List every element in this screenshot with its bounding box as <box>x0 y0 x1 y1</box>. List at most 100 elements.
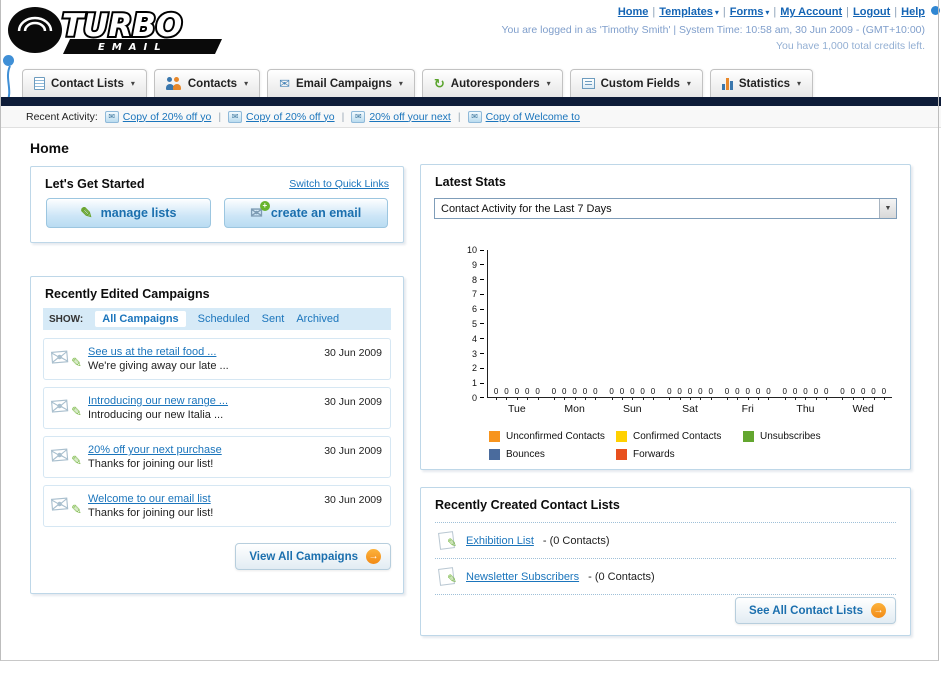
top-link-my-account[interactable]: My Account <box>780 6 842 18</box>
recent-activity-item: ✉ Copy of 20% off yo <box>228 110 335 123</box>
contact-list-item[interactable]: ✎ Exhibition List - (0 Contacts) <box>435 522 896 558</box>
edit-campaign-icon: ✉ ✎ <box>48 441 82 470</box>
y-axis-tick: 4 <box>467 334 484 344</box>
campaign-date: 30 Jun 2009 <box>324 445 382 457</box>
campaign-date: 30 Jun 2009 <box>324 347 382 359</box>
separator: | <box>846 6 850 18</box>
envelope-icon: ✉ <box>467 110 482 123</box>
recent-activity-link[interactable]: Copy of 20% off yo <box>246 111 335 123</box>
contact-list-count: - (0 Contacts) <box>542 534 610 547</box>
logo-dot-decoration <box>3 55 14 66</box>
nav-tab-label: Contacts <box>187 77 238 90</box>
contact-list-link[interactable]: Newsletter Subscribers <box>466 571 579 583</box>
page-title: Home <box>30 140 69 157</box>
separator: | <box>722 6 726 18</box>
recent-activity-link[interactable]: Copy of Welcome to <box>486 111 580 123</box>
campaign-list-item[interactable]: ✉ ✎ Welcome to our email list Thanks for … <box>43 485 391 527</box>
chart-plot: 0 0 0 0 0 Tue 0 0 0 0 0 Mon 0 0 0 0 0 Sun 0 0 0 0 0 Sat 0 0 0 0 0 Fri… <box>487 250 892 415</box>
autoresponders-icon: ↻ <box>433 76 445 91</box>
chart-day-group: 0 0 0 0 0 Fri <box>724 387 771 415</box>
campaign-list-item[interactable]: ✉ ✎ Introducing our new range ... Introdu… <box>43 387 391 429</box>
campaign-list-item[interactable]: ✉ ✎ See us at the retail food ... We're g… <box>43 338 391 380</box>
chart-day-group: 0 0 0 0 0 Sun <box>609 387 656 415</box>
filter-archived[interactable]: Archived <box>296 313 339 325</box>
edit-campaign-icon: ✉ ✎ <box>48 490 82 519</box>
recent-campaigns-panel: Recently Edited Campaigns SHOW: All Camp… <box>30 276 404 594</box>
campaign-filter-bar: SHOW: All Campaigns Scheduled Sent Archi… <box>43 308 391 330</box>
manage-lists-button[interactable]: ✎ manage lists <box>46 198 211 228</box>
chart-day-group: 0 0 0 0 0 Sat <box>667 387 713 415</box>
arrow-right-icon: → <box>871 603 886 618</box>
nav-tab-contacts[interactable]: Contacts ▾ <box>153 69 261 97</box>
contact-lists-panel: Recently Created Contact Lists ✎ Exhibit… <box>420 487 911 636</box>
chevron-down-icon: ▾ <box>130 79 135 88</box>
contact-list-count: - (0 Contacts) <box>588 570 655 583</box>
legend-item: Bounces <box>489 449 616 460</box>
recent-activity-item: ✉ 20% off your next <box>351 110 451 123</box>
recent-activity-bar: Recent Activity: ✉ Copy of 20% off yo | … <box>0 106 941 128</box>
pencil-icon: ✎ <box>80 204 93 222</box>
email-campaigns-icon: ✉ <box>279 76 290 91</box>
campaign-title-link[interactable]: 20% off your next purchase <box>88 444 222 456</box>
chart-day-group: 0 0 0 0 0 Wed <box>840 387 887 415</box>
stats-period-select[interactable]: Contact Activity for the Last 7 Days ▼ <box>434 198 897 219</box>
nav-tab-label: Email Campaigns <box>295 77 392 90</box>
campaign-title-link[interactable]: See us at the retail food ... <box>88 346 229 358</box>
nav-tab-email-campaigns[interactable]: ✉ Email Campaigns ▾ <box>267 69 415 97</box>
nav-tab-statistics[interactable]: Statistics ▾ <box>709 69 814 97</box>
nav-tab-label: Custom Fields <box>600 77 680 90</box>
edit-campaign-icon: ✉ ✎ <box>48 392 82 421</box>
envelope-plus-icon: ✉ + <box>250 200 270 221</box>
top-link-label: Forms <box>729 6 764 18</box>
chevron-down-icon: ▾ <box>244 79 249 88</box>
nav-tab-autoresponders[interactable]: ↻ Autoresponders ▾ <box>421 69 563 97</box>
y-axis-tick: 6 <box>467 304 484 314</box>
main-nav: Contact Lists ▾ Contacts ▾ ✉ Email Campa… <box>22 69 814 97</box>
recent-activity-link[interactable]: Copy of 20% off yo <box>123 111 212 123</box>
help-dot-icon[interactable] <box>931 6 940 15</box>
contact-list-link[interactable]: Exhibition List <box>466 535 534 547</box>
see-all-contact-lists-button[interactable]: See All Contact Lists → <box>735 597 896 624</box>
envelope-icon: ✉ <box>104 110 119 123</box>
statistics-icon <box>721 77 733 90</box>
chevron-down-icon: ▾ <box>398 79 403 88</box>
campaign-subtitle: Thanks for joining our list! <box>88 507 214 519</box>
chevron-down-icon: ▾ <box>765 8 770 17</box>
recent-activity-label: Recent Activity: <box>26 110 98 123</box>
filter-sent[interactable]: Sent <box>262 313 285 325</box>
campaign-list-item[interactable]: ✉ ✎ 20% off your next purchase Thanks for… <box>43 436 391 478</box>
contact-list-item[interactable]: ✎ Newsletter Subscribers - (0 Contacts) <box>435 558 896 595</box>
y-axis-tick: 2 <box>467 363 484 373</box>
app-logo: TURBO EMAIL <box>6 3 286 61</box>
top-link-forms[interactable]: Forms ▾ <box>730 6 770 18</box>
logo-subtitle: EMAIL <box>98 42 168 53</box>
filter-scheduled[interactable]: Scheduled <box>198 313 250 325</box>
nav-tab-contact-lists[interactable]: Contact Lists ▾ <box>22 69 147 97</box>
logo-graphic: TURBO EMAIL <box>8 6 222 54</box>
chart-day-group: 0 0 0 0 0 Tue <box>493 387 540 415</box>
envelope-icon: ✉ <box>351 110 366 123</box>
y-axis-tick: 8 <box>467 275 484 285</box>
edit-campaign-icon: ✉ ✎ <box>48 343 82 372</box>
campaign-title-link[interactable]: Welcome to our email list <box>88 493 213 505</box>
top-link-templates[interactable]: Templates ▾ <box>659 6 719 18</box>
switch-to-quick-links[interactable]: Switch to Quick Links <box>289 178 389 190</box>
campaign-title-link[interactable]: Introducing our new range ... <box>88 395 228 407</box>
credits-info: You have 1,000 total credits left. <box>775 40 925 53</box>
create-email-button[interactable]: ✉ + create an email <box>223 198 388 228</box>
separator: | <box>341 110 345 123</box>
filter-all-campaigns[interactable]: All Campaigns <box>95 311 186 327</box>
chevron-down-icon: ▾ <box>797 79 802 88</box>
recent-activity-link[interactable]: 20% off your next <box>369 111 451 123</box>
view-all-campaigns-button[interactable]: View All Campaigns → <box>235 543 391 570</box>
top-link-logout[interactable]: Logout <box>853 6 890 18</box>
legend-item: Unconfirmed Contacts <box>489 431 616 442</box>
chevron-down-icon: ▾ <box>686 79 691 88</box>
select-arrow-icon[interactable]: ▼ <box>879 199 896 218</box>
separator: | <box>652 6 656 18</box>
top-link-home[interactable]: Home <box>618 6 649 18</box>
latest-stats-panel: Latest Stats Contact Activity for the La… <box>420 164 911 470</box>
nav-tab-custom-fields[interactable]: Custom Fields ▾ <box>569 69 703 97</box>
contact-lists-title: Recently Created Contact Lists <box>435 498 620 512</box>
top-link-help[interactable]: Help <box>901 6 925 18</box>
